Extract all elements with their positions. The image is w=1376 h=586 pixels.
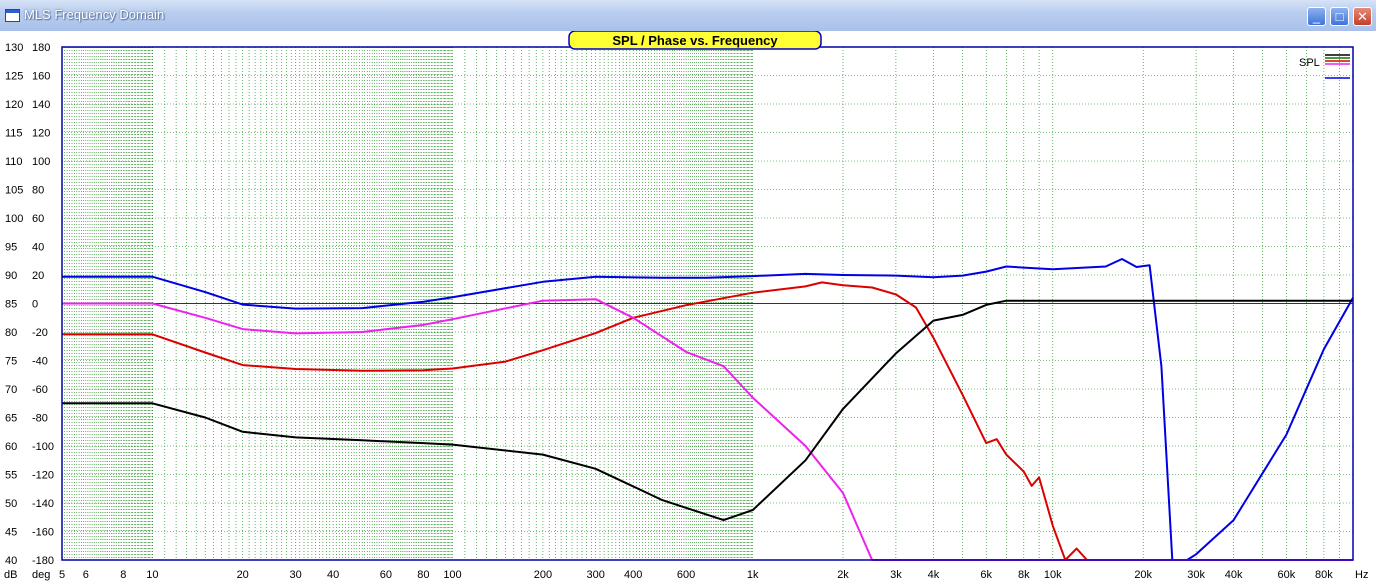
y-left-tick-label: 115 (5, 128, 23, 140)
y-right-tick-label: -120 (32, 470, 54, 482)
x-tick-label: 40k (1225, 569, 1243, 581)
y-right-tick-label: -60 (32, 384, 48, 396)
y-right-tick-label: 180 (32, 42, 50, 54)
app-window: MLS Frequency Domain _ □ ✕ 40 45 50 55 60 65 7… (0, 0, 1376, 586)
y-left-tick-label: 55 (5, 470, 17, 482)
x-unit-label: Hz (1355, 569, 1368, 581)
minimize-button[interactable]: _ (1307, 7, 1326, 26)
x-tick-label: 20 (237, 569, 249, 581)
x-tick-label: 600 (677, 569, 695, 581)
y-right-tick-label: 120 (32, 128, 50, 140)
x-tick-label: 100 (443, 569, 461, 581)
x-tick-label: 8 (120, 569, 126, 581)
x-tick-label: 300 (587, 569, 605, 581)
x-tick-label: 4k (928, 569, 940, 581)
y-right-tick-label: 100 (32, 156, 50, 168)
y-right-tick-label: -80 (32, 413, 48, 425)
y-left-tick-label: 105 (5, 185, 23, 197)
y-left-tick-label: 45 (5, 527, 17, 539)
y-left-tick-label: 70 (5, 384, 17, 396)
x-tick-label: 30k (1187, 569, 1205, 581)
x-tick-label: 5 (59, 569, 65, 581)
y-left-tick-label: 60 (5, 441, 17, 453)
y-left-tick-label: 40 (5, 555, 17, 567)
legend-label-spl: SPL (1299, 57, 1320, 69)
window-title: MLS Frequency Domain (24, 7, 165, 22)
y-right-tick-label: 20 (32, 270, 44, 282)
y-right-tick-label: -40 (32, 356, 48, 368)
x-tick-label: 200 (534, 569, 552, 581)
app-window-icon[interactable] (5, 9, 20, 22)
x-tick-label: 20k (1134, 569, 1152, 581)
y-left-tick-label: 75 (5, 356, 17, 368)
x-tick-label: 6 (83, 569, 89, 581)
y-right-tick-label: 0 (32, 299, 38, 311)
x-tick-label: 60k (1278, 569, 1296, 581)
x-tick-label: 80 (417, 569, 429, 581)
chart-title: SPL / Phase vs. Frequency (612, 33, 778, 48)
y-right-tick-label: 80 (32, 185, 44, 197)
y-right-tick-label: 40 (32, 242, 44, 254)
y-right-unit-label: deg (32, 569, 50, 581)
y-left-tick-label: 120 (5, 99, 23, 111)
y-left-tick-label: 130 (5, 42, 23, 54)
y-left-tick-label: 125 (5, 71, 23, 83)
chart-title-box[interactable]: SPL / Phase vs. Frequency (568, 31, 822, 50)
y-left-unit-label: dB (4, 569, 17, 581)
y-right-tick-label: -20 (32, 327, 48, 339)
x-tick-label: 1k (747, 569, 759, 581)
x-tick-label: 60 (380, 569, 392, 581)
close-button[interactable]: ✕ (1353, 7, 1372, 26)
x-tick-label: 40 (327, 569, 339, 581)
y-right-tick-label: 60 (32, 213, 44, 225)
x-tick-label: 6k (980, 569, 992, 581)
x-tick-label: 8k (1018, 569, 1030, 581)
x-tick-label: 10k (1044, 569, 1062, 581)
y-left-tick-label: 80 (5, 327, 17, 339)
y-left-tick-label: 65 (5, 413, 17, 425)
x-tick-label: 10 (146, 569, 158, 581)
y-right-tick-label: 140 (32, 99, 50, 111)
spl-phase-chart: 4045505560657075808590951001051101151201… (0, 31, 1376, 586)
title-bar[interactable]: MLS Frequency Domain _ □ ✕ (0, 0, 1376, 32)
maximize-button[interactable]: □ (1330, 7, 1349, 26)
y-right-tick-label: -100 (32, 441, 54, 453)
y-left-tick-label: 85 (5, 299, 17, 311)
y-right-tick-label: -140 (32, 498, 54, 510)
y-left-tick-label: 95 (5, 242, 17, 254)
y-right-tick-label: -160 (32, 527, 54, 539)
y-left-tick-label: 50 (5, 498, 17, 510)
y-left-tick-label: 110 (5, 156, 23, 168)
x-tick-label: 3k (890, 569, 902, 581)
x-tick-label: 400 (624, 569, 642, 581)
y-right-tick-label: 160 (32, 71, 50, 83)
y-left-tick-label: 90 (5, 270, 17, 282)
y-left-tick-label: 100 (5, 213, 23, 225)
x-tick-label: 2k (837, 569, 849, 581)
x-tick-label: 80k (1315, 569, 1333, 581)
x-tick-label: 30 (289, 569, 301, 581)
y-right-tick-label: -180 (32, 555, 54, 567)
